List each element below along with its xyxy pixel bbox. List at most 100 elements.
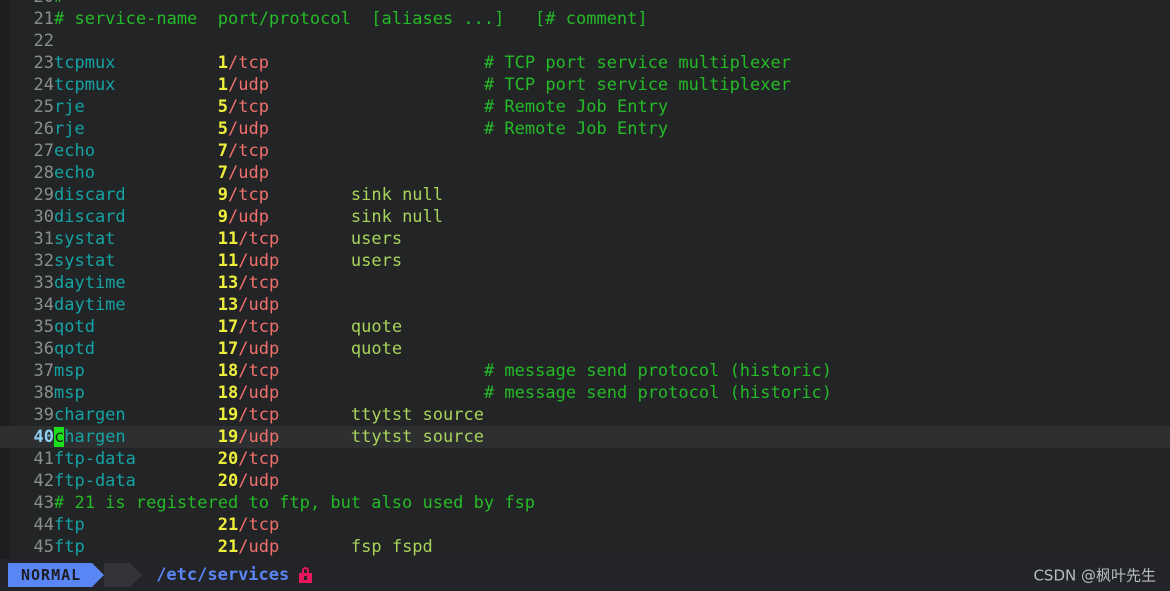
- token-comment: # message send protocol (historic): [483, 361, 832, 381]
- code-line[interactable]: 24tcpmux 1/udp # TCP port service multip…: [0, 74, 1170, 96]
- token-alias: ttytst source: [350, 427, 484, 447]
- code-line[interactable]: 30discard 9/udp sink null: [0, 206, 1170, 228]
- token-service: echo: [54, 141, 95, 161]
- line-number: 32: [33, 251, 54, 271]
- code-line[interactable]: 28echo 7/udp: [0, 162, 1170, 184]
- filename-label[interactable]: /etc/services: [156, 565, 289, 585]
- line-number: 24: [33, 75, 54, 95]
- code-line[interactable]: 20#: [0, 0, 1170, 8]
- code-line[interactable]: 44ftp 21/tcp: [0, 514, 1170, 536]
- token-slash: /: [238, 361, 249, 381]
- code-line[interactable]: 21# service-name port/protocol [aliases …: [0, 8, 1170, 30]
- token-slash: /: [238, 471, 249, 491]
- code-line[interactable]: 31systat 11/tcp users: [0, 228, 1170, 250]
- code-line[interactable]: 41ftp-data 20/tcp: [0, 448, 1170, 470]
- token-proto: tcp: [248, 405, 280, 425]
- code-line[interactable]: 37msp 18/tcp # message send protocol (hi…: [0, 360, 1170, 382]
- token-slash: /: [228, 53, 239, 73]
- token-proto: tcp: [238, 185, 269, 205]
- code-line-text: chargen 19/udp ttytst source: [54, 427, 484, 447]
- token-comment: # message send protocol (historic): [483, 383, 832, 403]
- code-line[interactable]: 42ftp-data 20/udp: [0, 470, 1170, 492]
- line-number: 20: [0, 0, 54, 8]
- token-port: 7: [217, 141, 229, 161]
- token-service: tcpmux: [54, 53, 116, 73]
- code-line[interactable]: 36qotd 17/udp quote: [0, 338, 1170, 360]
- line-number: 21: [33, 9, 54, 29]
- code-line[interactable]: 35qotd 17/tcp quote: [0, 316, 1170, 338]
- token-port: 18: [217, 361, 239, 381]
- token-alias: fsp fspd: [350, 537, 433, 557]
- token-proto: tcp: [248, 449, 280, 469]
- token-slash: /: [228, 75, 239, 95]
- token-service: hargen: [64, 427, 126, 447]
- token-service: discard: [54, 207, 126, 227]
- code-line[interactable]: 43# 21 is registered to ftp, but also us…: [0, 492, 1170, 514]
- watermark-label: CSDN @枫叶先生: [1033, 566, 1156, 585]
- line-number: 29: [33, 185, 54, 205]
- token-slash: /: [228, 185, 239, 205]
- token-port: 11: [217, 229, 239, 249]
- token-proto: tcp: [248, 515, 280, 535]
- line-number: 25: [33, 97, 54, 117]
- token-slash: /: [238, 537, 249, 557]
- token-proto: tcp: [248, 229, 280, 249]
- code-line-text: ftp 21/tcp: [54, 515, 279, 535]
- token-port: 21: [217, 515, 239, 535]
- code-line[interactable]: 26rje 5/udp # Remote Job Entry: [0, 118, 1170, 140]
- token-comment: # 21 is registered to ftp, but also used…: [54, 493, 536, 513]
- code-line-text: systat 11/tcp users: [54, 229, 402, 249]
- line-number: 36: [33, 339, 54, 359]
- token-service: discard: [54, 185, 126, 205]
- token-slash: /: [238, 251, 249, 271]
- token-alias: sink null: [350, 207, 444, 227]
- token-port: 1: [217, 75, 229, 95]
- token-slash: /: [238, 427, 249, 447]
- token-slash: /: [238, 339, 249, 359]
- token-service: qotd: [54, 317, 95, 337]
- code-line-text: systat 11/udp users: [54, 251, 402, 271]
- token-proto: tcp: [238, 53, 269, 73]
- token-service: rje: [54, 97, 85, 117]
- line-number: 37: [33, 361, 54, 381]
- token-slash: /: [228, 141, 239, 161]
- code-line[interactable]: 22: [0, 30, 1170, 52]
- code-line[interactable]: 45ftp 21/udp fsp fspd: [0, 536, 1170, 558]
- token-proto: udp: [248, 295, 280, 315]
- code-line[interactable]: 29discard 9/tcp sink null: [0, 184, 1170, 206]
- code-line[interactable]: 32systat 11/udp users: [0, 250, 1170, 272]
- code-line-text: ftp 21/udp fsp fspd: [54, 537, 433, 557]
- token-port: 17: [217, 317, 239, 337]
- line-number: 31: [33, 229, 54, 249]
- code-line[interactable]: 25rje 5/tcp # Remote Job Entry: [0, 96, 1170, 118]
- code-line-text: daytime 13/udp: [54, 295, 279, 315]
- token-comment: # Remote Job Entry: [483, 97, 669, 117]
- token-slash: /: [238, 317, 249, 337]
- mode-indicator[interactable]: NORMAL: [8, 563, 105, 587]
- code-line[interactable]: 34daytime 13/udp: [0, 294, 1170, 316]
- code-line[interactable]: 39chargen 19/tcp ttytst source: [0, 404, 1170, 426]
- token-comment: # TCP port service multiplexer: [483, 53, 791, 73]
- token-service: ftp-data: [54, 471, 136, 491]
- token-slash: /: [238, 229, 249, 249]
- token-service: chargen: [54, 405, 126, 425]
- editor-text-area[interactable]: 20#21# service-name port/protocol [alias…: [0, 0, 1170, 559]
- token-proto: udp: [238, 119, 269, 139]
- code-line-text: # 21 is registered to ftp, but also used…: [54, 493, 535, 513]
- code-line[interactable]: 23tcpmux 1/tcp # TCP port service multip…: [0, 52, 1170, 74]
- code-line-cursor[interactable]: 40chargen 19/udp ttytst source: [0, 426, 1170, 448]
- code-line[interactable]: 33daytime 13/tcp: [0, 272, 1170, 294]
- code-line[interactable]: 38msp 18/udp # message send protocol (hi…: [0, 382, 1170, 404]
- code-line[interactable]: 27echo 7/tcp: [0, 140, 1170, 162]
